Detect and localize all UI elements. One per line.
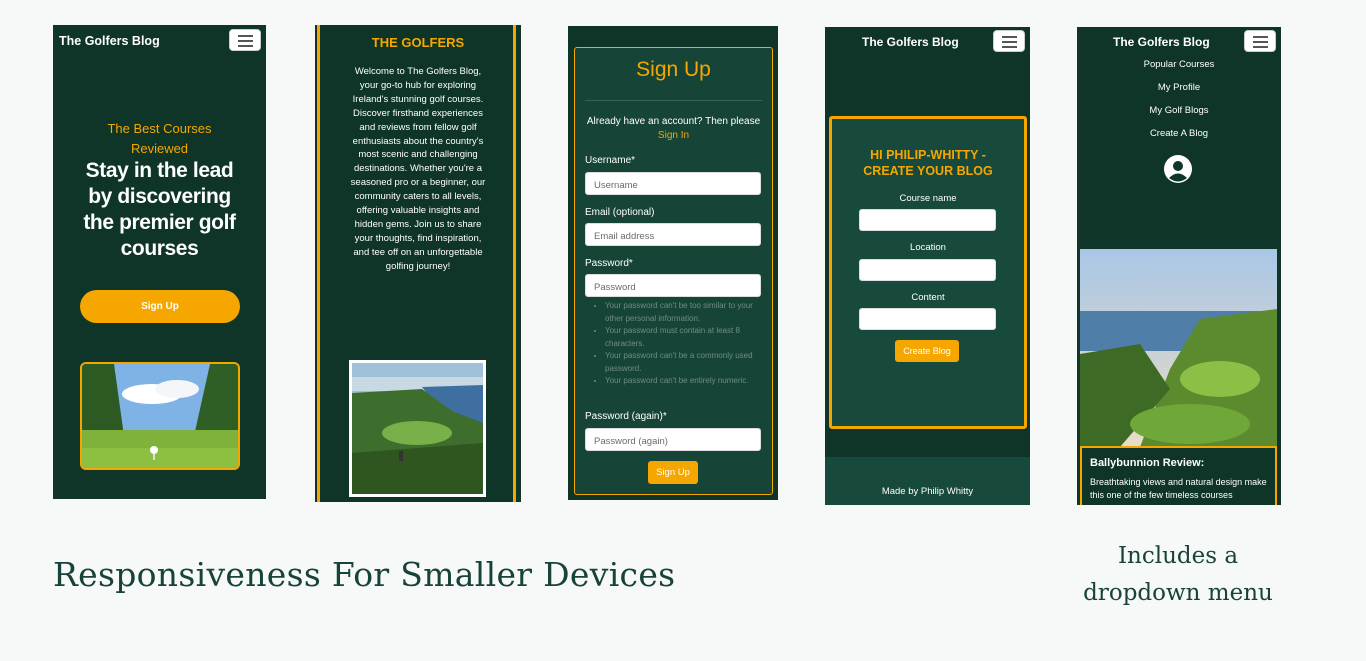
golf-coast-image bbox=[349, 360, 486, 497]
review-card-title: Ballybunnion Review: bbox=[1090, 457, 1205, 469]
review-card-text: Breathtaking views and natural design ma… bbox=[1090, 477, 1267, 500]
hint-item: Your password can't be entirely numeric. bbox=[605, 375, 773, 388]
divider bbox=[585, 100, 762, 101]
screen-signup: Sign Up Already have an account? Then pl… bbox=[568, 26, 778, 500]
already-text: Already have an account? Then please Sig… bbox=[585, 115, 762, 143]
golf-course-image bbox=[80, 362, 240, 470]
about-paragraph: Welcome to The Golfers Blog, your go-to … bbox=[350, 66, 486, 272]
brand-logo[interactable]: The Golfers Blog bbox=[1113, 35, 1210, 49]
tagline: The Best Courses Reviewed bbox=[53, 119, 266, 159]
signup-title: Sign Up bbox=[636, 58, 711, 81]
password-input[interactable]: Password bbox=[585, 274, 761, 297]
screen-dropdown-menu: The Golfers Blog Popular Courses My Prof… bbox=[1077, 27, 1281, 505]
hint-item: Your password must contain at least 8 ch… bbox=[605, 325, 773, 350]
menu-item-my-golf-blogs[interactable]: My Golf Blogs bbox=[1077, 105, 1281, 116]
location-input[interactable] bbox=[859, 259, 996, 281]
sign-in-link[interactable]: Sign In bbox=[658, 130, 689, 141]
user-account-icon[interactable] bbox=[1164, 155, 1192, 183]
email-label: Email (optional) bbox=[585, 207, 655, 218]
menu-item-popular-courses[interactable]: Popular Courses bbox=[1077, 59, 1281, 70]
left-border bbox=[317, 25, 320, 502]
content-input[interactable] bbox=[859, 308, 996, 330]
sign-up-button[interactable]: Sign Up bbox=[80, 290, 240, 323]
password-label: Password* bbox=[585, 258, 633, 269]
password2-label: Password (again)* bbox=[585, 411, 667, 422]
content-label: Content bbox=[911, 292, 945, 303]
right-border bbox=[513, 25, 516, 502]
review-card[interactable]: Ballybunnion Review: Breathtaking views … bbox=[1080, 446, 1277, 505]
footer: Made by Philip Whitty bbox=[825, 457, 1030, 505]
hamburger-menu-icon[interactable] bbox=[993, 30, 1025, 52]
hamburger-menu-icon[interactable] bbox=[229, 29, 261, 51]
screen-home: The Golfers Blog The Best Courses Review… bbox=[53, 25, 266, 499]
create-blog-card: HI PHILIP-WHITTY - CREATE YOUR BLOG Cour… bbox=[829, 116, 1027, 429]
course-name-label: Course name bbox=[899, 193, 957, 204]
tagline-line-1: The Best Courses bbox=[107, 121, 212, 136]
about-title: THE GOLFERS bbox=[371, 35, 465, 50]
hero-headline: Stay in the lead by discovering the prem… bbox=[83, 159, 236, 260]
username-input[interactable]: Username bbox=[585, 172, 761, 195]
brand-logo[interactable]: The Golfers Blog bbox=[59, 34, 160, 48]
brand-logo[interactable]: The Golfers Blog bbox=[862, 35, 959, 49]
already-label: Already have an account? Then please bbox=[586, 116, 761, 127]
tagline-line-2: Reviewed bbox=[130, 141, 189, 156]
hint-item: Your password can't be too similar to yo… bbox=[605, 300, 773, 325]
hamburger-menu-icon[interactable] bbox=[1244, 30, 1276, 52]
menu-item-create-a-blog[interactable]: Create A Blog bbox=[1077, 128, 1281, 139]
create-blog-heading: HI PHILIP-WHITTY - CREATE YOUR BLOG bbox=[863, 148, 993, 178]
dropdown-caption: Includes a dropdown menu bbox=[1083, 543, 1273, 606]
ballybunion-image bbox=[1080, 249, 1277, 447]
username-label: Username* bbox=[585, 155, 636, 166]
hint-item: Your password can't be a commonly used p… bbox=[605, 350, 773, 375]
signup-card: Sign Up Already have an account? Then pl… bbox=[574, 47, 773, 495]
screen-about: THE GOLFERS Welcome to The Golfers Blog,… bbox=[315, 25, 521, 502]
menu-item-my-profile[interactable]: My Profile bbox=[1077, 82, 1281, 93]
location-label: Location bbox=[910, 242, 946, 253]
main-caption: Responsiveness For Smaller Devices bbox=[53, 555, 676, 594]
password2-input[interactable]: Password (again) bbox=[585, 428, 761, 451]
password-hints: Your password can't be too similar to yo… bbox=[585, 300, 773, 388]
email-input[interactable]: Email address bbox=[585, 223, 761, 246]
footer-credit: Made by Philip Whitty bbox=[881, 486, 974, 497]
screen-create-blog: The Golfers Blog HI PHILIP-WHITTY - CREA… bbox=[825, 27, 1030, 505]
create-blog-button[interactable]: Create Blog bbox=[895, 340, 959, 362]
course-name-input[interactable] bbox=[859, 209, 996, 231]
signup-submit-button[interactable]: Sign Up bbox=[648, 461, 698, 484]
